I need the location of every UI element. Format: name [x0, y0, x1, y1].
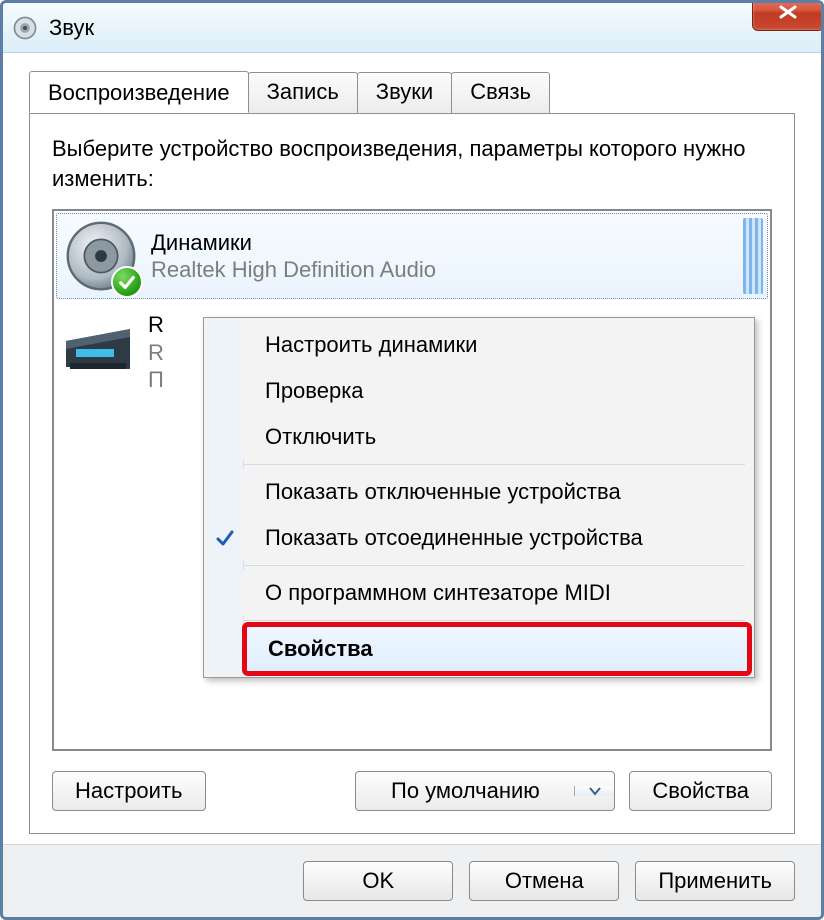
- menu-label: Показать отключенные устройства: [265, 479, 621, 504]
- tab-playback[interactable]: Воспроизведение: [29, 71, 249, 113]
- device-subtitle: Realtek High Definition Audio: [151, 256, 436, 284]
- menu-label: Показать отсоединенные устройства: [265, 525, 643, 550]
- window-title: Звук: [49, 15, 94, 41]
- menu-item-test[interactable]: Проверка: [243, 368, 751, 414]
- button-label: Свойства: [652, 778, 749, 804]
- titlebar[interactable]: Звук: [3, 3, 821, 53]
- button-label: Настроить: [75, 778, 183, 804]
- device-line3: П: [148, 366, 164, 394]
- device-text: Динамики Realtek High Definition Audio: [151, 229, 436, 284]
- tab-recording[interactable]: Запись: [248, 72, 358, 114]
- button-label: По умолчанию: [356, 778, 574, 804]
- sound-dialog: Звук Воспроизведение Запись Звуки Связь …: [0, 0, 824, 920]
- panel-button-row: Настроить По умолчанию Свойства: [52, 771, 772, 811]
- device-item-speakers[interactable]: Динамики Realtek High Definition Audio: [56, 213, 768, 299]
- speaker-icon: [63, 218, 139, 294]
- device-name: R: [148, 311, 164, 339]
- menu-item-disable[interactable]: Отключить: [243, 414, 751, 460]
- apply-button[interactable]: Применить: [635, 861, 795, 901]
- dialog-button-bar: OK Отмена Применить: [3, 844, 821, 917]
- menu-label: Проверка: [265, 378, 364, 403]
- menu-separator: [243, 464, 745, 465]
- menu-item-show-disabled[interactable]: Показать отключенные устройства: [243, 469, 751, 515]
- tab-label: Связь: [470, 79, 531, 104]
- tab-label: Запись: [267, 79, 339, 104]
- checkmark-icon: [215, 528, 235, 548]
- menu-label: Настроить динамики: [265, 332, 477, 357]
- menu-item-about-midi[interactable]: О программном синтезаторе MIDI: [243, 570, 751, 616]
- menu-separator: [243, 565, 745, 566]
- close-button[interactable]: [752, 0, 824, 31]
- device-text: R R П: [148, 311, 164, 394]
- menu-item-properties[interactable]: Свойства: [245, 625, 749, 673]
- configure-button[interactable]: Настроить: [52, 771, 206, 811]
- menu-item-show-disconnected[interactable]: Показать отсоединенные устройства: [243, 515, 751, 561]
- instruction-text: Выберите устройство воспроизведения, пар…: [52, 134, 772, 193]
- menu-separator: [243, 620, 745, 621]
- device-name: Динамики: [151, 229, 436, 257]
- button-label: Отмена: [505, 868, 584, 894]
- menu-label: Свойства: [268, 636, 373, 661]
- properties-button[interactable]: Свойства: [629, 771, 772, 811]
- tab-communications[interactable]: Связь: [451, 72, 550, 114]
- device-subtitle: R: [148, 339, 164, 367]
- tab-label: Звуки: [376, 79, 433, 104]
- menu-item-configure[interactable]: Настроить динамики: [243, 322, 751, 368]
- dropdown-arrow-icon[interactable]: [574, 786, 614, 796]
- sound-icon: [11, 14, 39, 42]
- button-label: Применить: [658, 868, 772, 894]
- context-menu: Настроить динамики Проверка Отключить По…: [203, 317, 755, 678]
- dac-icon: [60, 311, 136, 387]
- close-icon: [778, 5, 798, 19]
- menu-label: О программном синтезаторе MIDI: [265, 580, 611, 605]
- ok-button[interactable]: OK: [303, 861, 453, 901]
- set-default-button[interactable]: По умолчанию: [355, 771, 615, 811]
- dialog-body: Воспроизведение Запись Звуки Связь Выбер…: [3, 53, 821, 844]
- menu-label: Отключить: [265, 424, 376, 449]
- tab-label: Воспроизведение: [48, 80, 230, 105]
- tabstrip: Воспроизведение Запись Звуки Связь: [29, 71, 795, 113]
- button-label: OK: [362, 868, 394, 894]
- cancel-button[interactable]: Отмена: [469, 861, 619, 901]
- tab-sounds[interactable]: Звуки: [357, 72, 452, 114]
